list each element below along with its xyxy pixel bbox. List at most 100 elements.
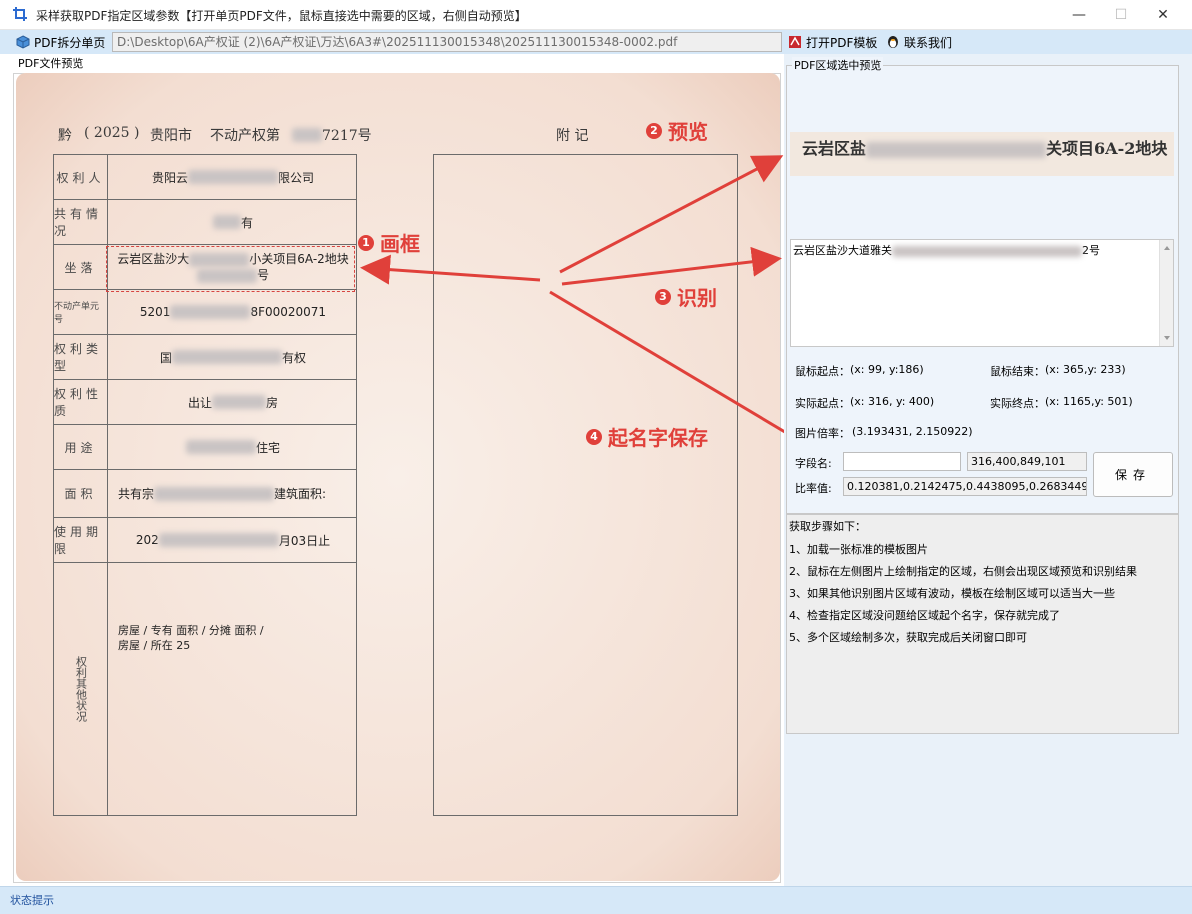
step-number: 4 (586, 428, 602, 445)
annotation-step-1: 1 画框 (358, 228, 420, 257)
cert-row-value: 5201 (139, 305, 171, 319)
cert-row: 用途 住宅 (54, 425, 356, 470)
title-bar: 采样获取PDF指定区域参数【打开单页PDF文件，鼠标直接选中需要的区域，右侧自动… (0, 0, 1192, 30)
field-name-label: 字段名: (795, 457, 832, 470)
cert-row-label: 共有情况 (54, 200, 108, 244)
cert-row-label: 使用期限 (54, 518, 108, 562)
certificate-image[interactable]: 黔 ( 2025 ) 贵阳市 不动产权第 7217号 附 记 权利人 贵阳云 限公… (16, 73, 780, 881)
cert-row-value: 限公司 (278, 170, 315, 185)
actual-end-value: (x: 1165,y: 501) (1045, 395, 1133, 408)
step-text: 预览 (668, 120, 708, 144)
toolbar: PDF拆分单页 D:\Desktop\6A产权证 (2)\6A产权证\万达\6A… (0, 30, 1192, 54)
step-line: 2、鼠标在左侧图片上绘制指定的区域，右侧会出现区域预览和识别结果 (789, 565, 1137, 578)
cert-row-label: 权利类型 (54, 335, 108, 379)
open-template-button[interactable]: 打开PDF模板 (788, 32, 877, 52)
ratio-field[interactable]: 0.120381,0.2142475,0.4438095,0.2683449 (843, 477, 1087, 496)
penguin-icon (888, 36, 898, 48)
cert-header-prefix: 黔 (58, 128, 72, 144)
cert-row: 使用期限 202 月03日止 (54, 518, 356, 563)
cert-row-value: 国 (159, 350, 172, 365)
coords-field[interactable]: 316,400,849,101 (967, 452, 1087, 471)
cert-row-value: 房屋 / 专有 面积 / 分摊 面积 / 房屋 / 所在 25 (118, 624, 264, 652)
cert-row: 权利人 贵阳云 限公司 (54, 155, 356, 200)
scroll-up-icon (1164, 246, 1170, 250)
step-number: 3 (655, 288, 671, 305)
pdf-split-button[interactable]: PDF拆分单页 (16, 32, 105, 52)
selection-rectangle[interactable] (106, 246, 355, 292)
cert-row-value: 共有宗 (118, 487, 155, 501)
cert-row-label: 权利人 (54, 155, 108, 199)
actual-start-value: (x: 316, y: 400) (850, 395, 935, 408)
cert-row-value: 有权 (282, 350, 307, 365)
cert-row-label: 面积 (54, 470, 108, 517)
annotation-step-4: 4 起名字保存 (586, 422, 708, 451)
cert-row: 共有情况 有 (54, 200, 356, 245)
step-line: 5、多个区域绘制多次，获取完成后关闭窗口即可 (789, 631, 1027, 644)
cert-row-value: 贵阳云 (151, 170, 188, 185)
ocr-result-textarea[interactable]: 云岩区盐沙大道雅关 2号 (790, 239, 1174, 347)
save-button[interactable]: 保存 (1093, 452, 1173, 497)
actual-start-label: 实际起点： (795, 397, 850, 410)
step-text: 识别 (677, 286, 717, 310)
maximize-button[interactable]: ☐ (1098, 0, 1144, 30)
file-path-field[interactable]: D:\Desktop\6A产权证 (2)\6A产权证\万达\6A3#\20251… (112, 32, 782, 52)
instructions-panel: 获取步骤如下： 1、加载一张标准的模板图片 2、鼠标在左侧图片上绘制指定的区域，… (786, 514, 1179, 734)
cert-row-value: 住宅 (255, 440, 280, 455)
open-template-label: 打开PDF模板 (806, 35, 878, 50)
cert-row-value: 202 (135, 533, 159, 547)
preview-text-end: 关项目6A-2地块 (1046, 139, 1168, 158)
close-button[interactable]: ✕ (1140, 0, 1186, 30)
crop-app-icon (13, 7, 27, 21)
status-text: 状态提示 (10, 894, 54, 907)
step-text: 画框 (380, 232, 420, 256)
cert-header-city: 贵阳市 (150, 128, 192, 144)
contact-us-label: 联系我们 (904, 35, 953, 50)
step-number: 1 (358, 234, 374, 251)
step-line: 4、检查指定区域没问题给区域起个名字，保存就完成了 (789, 609, 1060, 622)
minimize-button[interactable]: — (1056, 0, 1102, 30)
cert-row-value: 房 (266, 395, 279, 410)
annotation-step-3: 3 识别 (655, 282, 717, 311)
cert-remarks-box (433, 154, 738, 816)
ocr-scrollbar[interactable] (1159, 240, 1173, 346)
window-title: 采样获取PDF指定区域参数【打开单页PDF文件，鼠标直接选中需要的区域，右侧自动… (36, 9, 527, 23)
cert-row-value: 月03日止 (278, 533, 331, 548)
mouse-end-label: 鼠标结束： (990, 365, 1045, 378)
cert-row: 权利其他状况 房屋 / 专有 面积 / 分摊 面积 / 房屋 / 所在 25 (54, 563, 356, 815)
step-number: 2 (646, 122, 662, 139)
annotation-step-2: 2 预览 (646, 116, 708, 145)
cert-remarks-header: 附 记 (556, 128, 589, 144)
pdf-preview-label: PDF文件预览 (16, 55, 86, 71)
cert-row-label: 权利其他状况 (54, 563, 108, 815)
mouse-end-value: (x: 365,y: 233) (1045, 363, 1126, 376)
cert-row-value: 8F00020071 (250, 305, 327, 319)
cube-icon (16, 35, 30, 49)
ratio-label: 比率值: (795, 482, 832, 495)
actual-end-label: 实际终点： (990, 397, 1045, 410)
ocr-text: 云岩区盐沙大道雅关 (793, 244, 892, 257)
cert-header-number: 7217号 (322, 128, 372, 144)
cert-row-label: 坐落 (54, 245, 108, 289)
pdf-icon (789, 36, 801, 48)
cert-row: 不动产单元号 5201 8F00020071 (54, 290, 356, 335)
field-name-input[interactable] (843, 452, 961, 471)
cert-row-label: 不动产单元号 (54, 290, 108, 334)
contact-us-button[interactable]: 联系我们 (886, 32, 952, 52)
scroll-down-icon (1164, 336, 1170, 340)
preview-text: 云岩区盐 (802, 139, 867, 158)
cert-header-type: 不动产权第 (210, 128, 280, 144)
ocr-text-end: 2号 (1082, 244, 1100, 257)
mouse-start-value: (x: 99, y:186) (850, 363, 924, 376)
region-preview-image: 云岩区盐 关项目6A-2地块 (790, 132, 1174, 176)
scale-value: (3.193431, 2.150922) (852, 425, 973, 438)
cert-row-label: 用途 (54, 425, 108, 469)
cert-row-label: 权利性质 (54, 380, 108, 424)
cert-row: 权利类型 国 有权 (54, 335, 356, 380)
mouse-start-label: 鼠标起点： (795, 365, 850, 378)
cert-row-value: 有 (240, 215, 253, 230)
cert-row-value: 出让 (187, 395, 212, 410)
cert-row: 面积 共有宗 建筑面积: (54, 470, 356, 518)
cert-header-year: ( 2025 ) (84, 125, 140, 141)
step-line: 3、如果其他识别图片区域有波动，模板在绘制区域可以适当大一些 (789, 587, 1115, 600)
cert-row: 权利性质 出让 房 (54, 380, 356, 425)
